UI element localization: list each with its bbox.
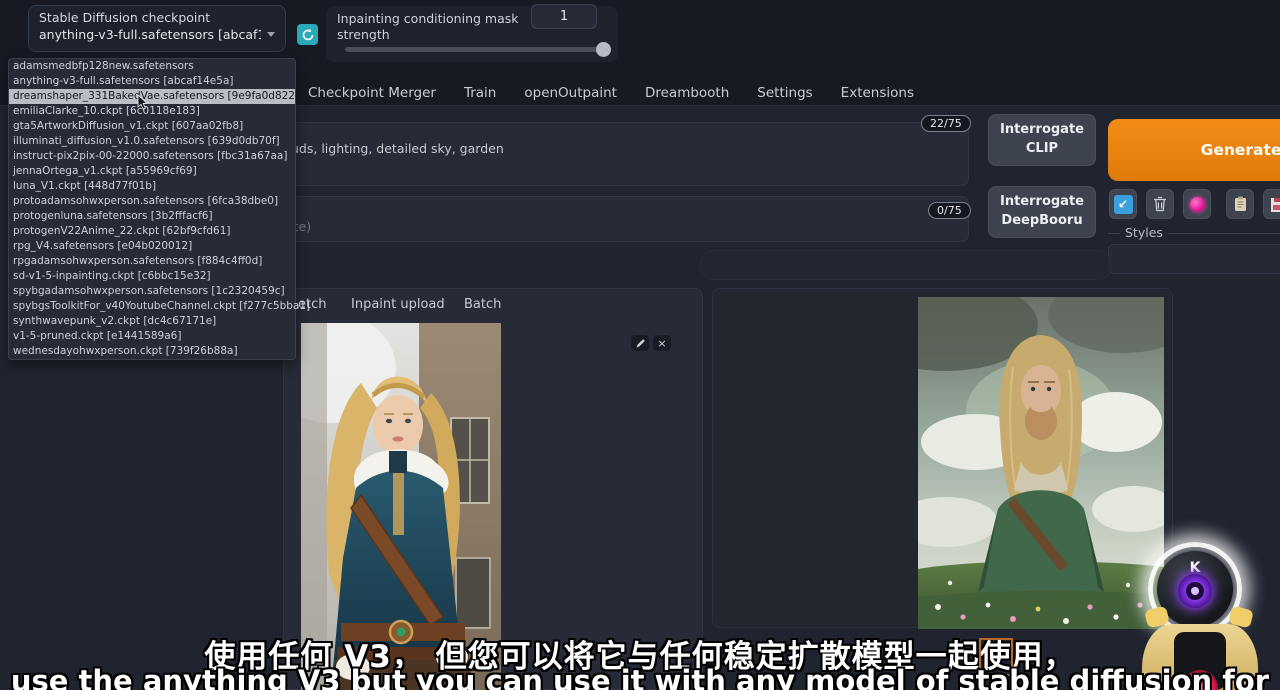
negative-prompt-textarea[interactable]: ate) — [283, 196, 969, 242]
main-tab-bar: Checkpoint Merger Train openOutpaint Dre… — [308, 80, 914, 106]
stable-diffusion-webui: Stable Diffusion checkpoint anything-v3-… — [0, 0, 1280, 690]
checkpoint-option[interactable]: rpgadamsohwxperson.safetensors [f884c4ff… — [9, 254, 295, 269]
checkpoint-option[interactable]: sd-v1-5-inpainting.ckpt [c6bbc15e32] — [9, 269, 295, 284]
tab-extensions[interactable]: Extensions — [841, 85, 914, 101]
paste-arrow-icon: ↙ — [1114, 195, 1133, 214]
close-icon: × — [657, 337, 666, 350]
checkpoint-select[interactable]: Stable Diffusion checkpoint anything-v3-… — [28, 5, 286, 52]
subtitle-english: use the anything V3 but you can use it w… — [0, 664, 1280, 690]
checkpoint-option-label: dreamshaper_331BakedVae.safetensors [9e9… — [13, 90, 299, 102]
interrogate-clip-line1: Interrogate — [1000, 121, 1084, 140]
collapsed-row — [700, 250, 1112, 280]
mask-strength-slider-handle[interactable] — [596, 42, 611, 57]
checkpoint-option[interactable]: jennaOrtega_v1.ckpt [a55969cf69] — [9, 164, 295, 179]
checkpoint-option[interactable]: rpg_V4.safetensors [e04b020012] — [9, 239, 295, 254]
interrogate-deepbooru-button[interactable]: Interrogate DeepBooru — [988, 186, 1096, 238]
styles-fieldset: Styles — [1108, 233, 1280, 279]
extra-networks-button[interactable] — [1183, 189, 1211, 219]
clear-prompt-button[interactable] — [1146, 189, 1174, 219]
output-image[interactable] — [918, 297, 1164, 629]
checkpoint-option[interactable]: adamsmedbfp128new.safetensors — [9, 59, 295, 74]
checkpoint-option[interactable]: instruct-pix2pix-00-22000.safetensors [f… — [9, 149, 295, 164]
tab-openoutpaint[interactable]: openOutpaint — [524, 85, 617, 101]
save-icon — [1270, 196, 1280, 212]
mascot-eye-icon — [1178, 574, 1212, 608]
checkpoint-option[interactable]: synthwavepunk_v2.ckpt [dc4c67171e] — [9, 314, 295, 329]
checkpoint-value[interactable]: anything-v3-full.safetensors [abcaf14e5a… — [39, 27, 261, 42]
chevron-down-icon — [267, 32, 275, 37]
generate-button[interactable]: Generate — [1108, 119, 1280, 181]
paste-parameters-button[interactable]: ↙ — [1109, 189, 1137, 219]
inpaint-panel: etch Inpaint upload Batch — [283, 288, 703, 690]
styles-label: Styles — [1120, 225, 1168, 240]
mask-strength-slider[interactable] — [345, 47, 608, 52]
interrogate-clip-button[interactable]: Interrogate CLIP — [988, 114, 1096, 166]
prompt-text: uds, lighting, detailed sky, garden — [291, 141, 504, 156]
tab-batch[interactable]: Batch — [464, 297, 501, 312]
checkpoint-option[interactable]: v1-5-pruned.ckpt [e1441589a6] — [9, 329, 295, 344]
refresh-checkpoint-button[interactable] — [297, 24, 318, 45]
apply-styles-button[interactable] — [1226, 189, 1254, 219]
tab-train[interactable]: Train — [464, 85, 496, 101]
checkpoint-option[interactable]: spybgsToolkitFor_v40YoutubeChannel.ckpt … — [9, 299, 295, 314]
clipboard-icon — [1234, 196, 1247, 212]
mask-strength-input[interactable]: 1 — [531, 4, 597, 29]
checkpoint-option[interactable]: spybgadamsohwxperson.safetensors [1c2320… — [9, 284, 295, 299]
mouse-cursor-icon — [137, 95, 148, 110]
checkpoint-dropdown-list: adamsmedbfp128new.safetensors anything-v… — [8, 58, 296, 360]
tab-inpaint-upload[interactable]: Inpaint upload — [351, 297, 445, 312]
edit-image-button[interactable] — [631, 335, 649, 351]
remove-image-button[interactable]: × — [653, 335, 671, 351]
checkpoint-option[interactable]: illuminati_diffusion_v1.0.safetensors [6… — [9, 134, 295, 149]
checkpoint-option[interactable]: luna_V1.ckpt [448d77f01b] — [9, 179, 295, 194]
checkpoint-option[interactable]: protogenluna.safetensors [3b2fffacf6] — [9, 209, 295, 224]
extra-networks-icon — [1190, 197, 1205, 212]
prompt-token-counter: 22/75 — [921, 115, 971, 132]
interrogate-deepbooru-line2: DeepBooru — [1001, 212, 1082, 231]
checkpoint-option[interactable]: protoadamsohwxperson.safetensors [6fca38… — [9, 194, 295, 209]
interrogate-clip-line2: CLIP — [1026, 140, 1058, 159]
styles-dropdown[interactable] — [1108, 244, 1280, 274]
checkpoint-option[interactable]: gta5ArtworkDiffusion_v1.ckpt [607aa02fb8… — [9, 119, 295, 134]
output-gallery — [712, 288, 1173, 628]
checkpoint-label: Stable Diffusion checkpoint — [39, 10, 275, 25]
interrogate-deepbooru-line1: Interrogate — [1000, 193, 1084, 212]
save-style-button[interactable] — [1263, 189, 1280, 219]
checkpoint-option[interactable]: anything-v3-full.safetensors [abcaf14e5a… — [9, 74, 295, 89]
tab-checkpoint-merger[interactable]: Checkpoint Merger — [308, 85, 436, 101]
checkpoint-option[interactable]: protogenV22Anime_22.ckpt [62bf9cfd61] — [9, 224, 295, 239]
pencil-icon — [635, 338, 646, 349]
checkpoint-option-selected[interactable]: dreamshaper_331BakedVae.safetensors [9e9… — [9, 89, 295, 104]
tab-settings[interactable]: Settings — [757, 85, 812, 101]
checkpoint-option[interactable]: wednesdayohwxperson.ckpt [739f26b88a] — [9, 344, 295, 359]
mask-strength-label: Inpainting conditioning mask strength — [337, 11, 542, 44]
refresh-icon — [301, 28, 315, 42]
prompt-textarea[interactable]: uds, lighting, detailed sky, garden — [283, 122, 969, 186]
tab-dreambooth[interactable]: Dreambooth — [645, 85, 729, 101]
generate-label: Generate — [1201, 141, 1280, 159]
checkpoint-option[interactable]: emiliaClarke_10.ckpt [6c0118e183] — [9, 104, 295, 119]
trash-icon — [1153, 196, 1167, 212]
negative-token-counter: 0/75 — [928, 202, 971, 219]
